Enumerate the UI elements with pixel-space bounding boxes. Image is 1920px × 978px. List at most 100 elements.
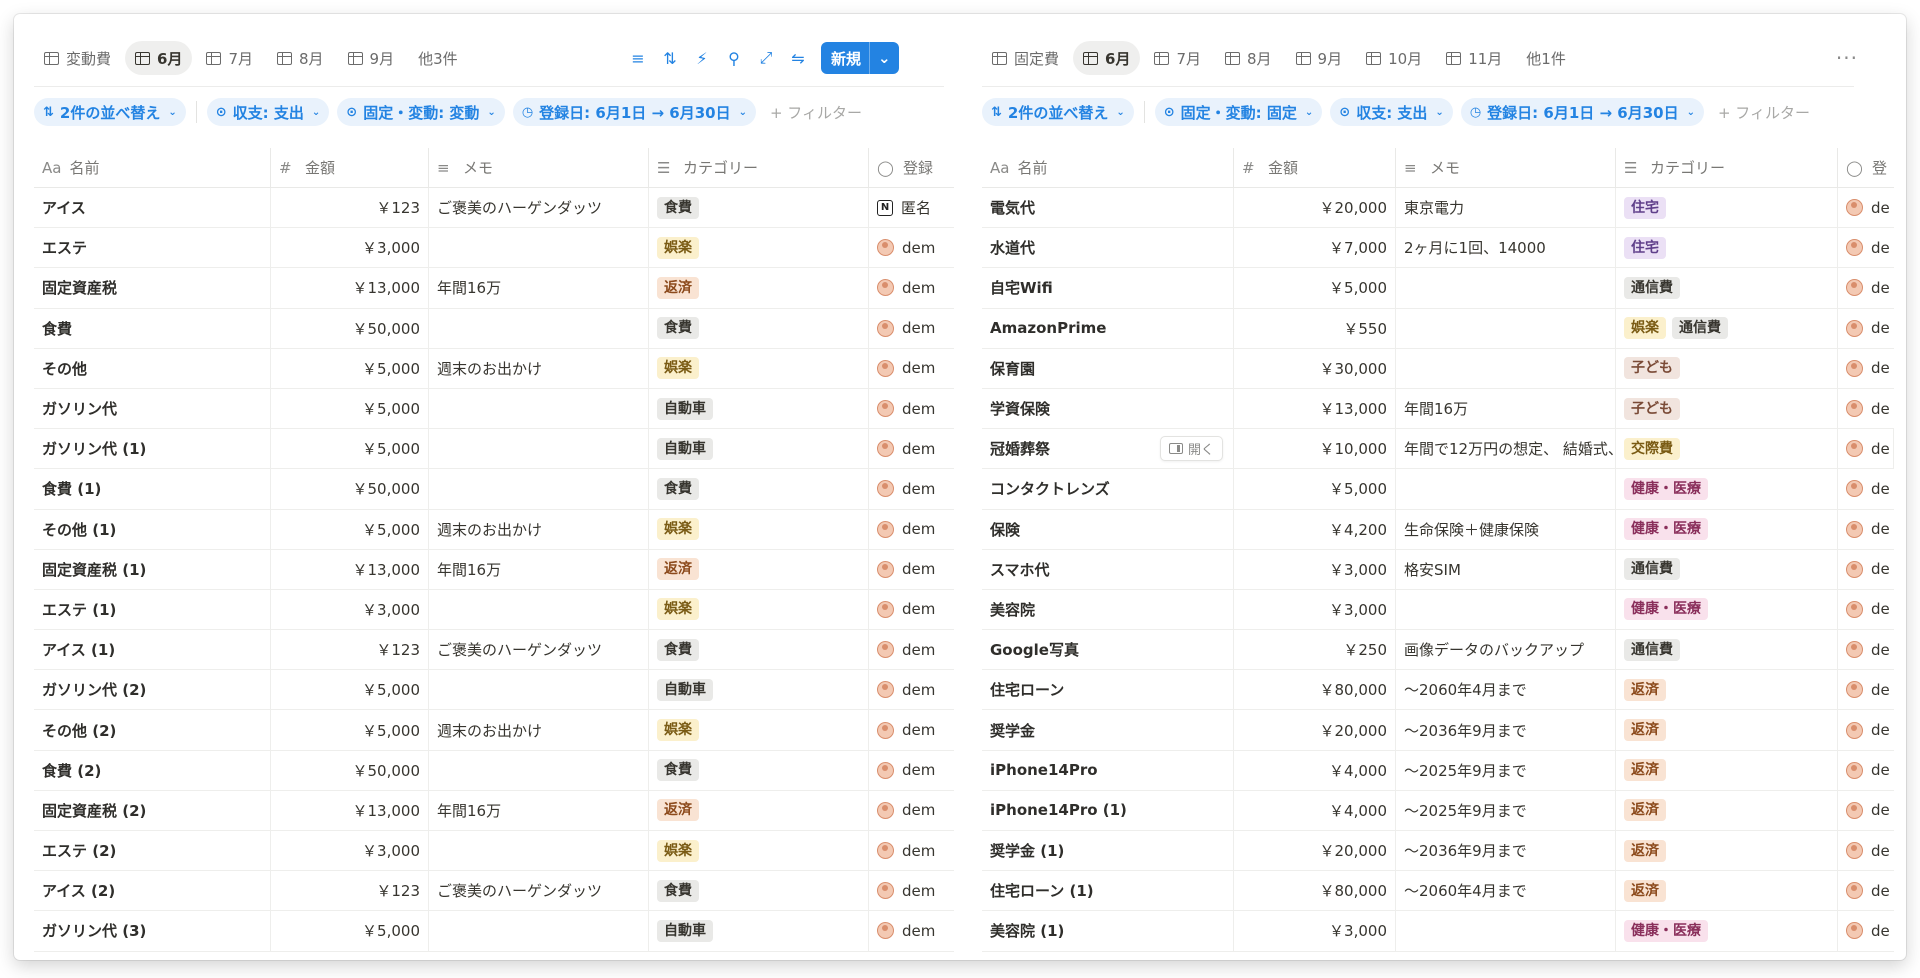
created-by-cell[interactable]: N 匿名: [869, 188, 954, 227]
table-row[interactable]: その他 (1) ￥5,000 週末のお出かけ 娯楽 dem: [34, 509, 954, 550]
table-row[interactable]: エステ (2) ￥3,000 娯楽 dem: [34, 831, 954, 872]
memo-cell[interactable]: 2ヶ月に1回、14000: [1396, 228, 1616, 268]
view-tab[interactable]: 6月: [125, 41, 193, 75]
name-cell[interactable]: 住宅ローン (1): [982, 871, 1234, 911]
more-views-link[interactable]: 他1件: [1516, 48, 1576, 69]
memo-cell[interactable]: 格安SIM: [1396, 549, 1616, 589]
created-by-cell[interactable]: de: [1838, 550, 1894, 589]
memo-cell[interactable]: 東京電力: [1396, 188, 1616, 228]
created-by-cell[interactable]: dem: [869, 871, 954, 910]
column-header-created-by[interactable]: ◯ 登録: [869, 148, 954, 187]
amount-cell[interactable]: ￥123: [271, 188, 429, 228]
name-cell[interactable]: 住宅ローン: [982, 670, 1234, 710]
category-cell[interactable]: 食費: [649, 630, 869, 670]
category-cell[interactable]: 返済: [1616, 790, 1838, 830]
name-cell[interactable]: ガソリン代: [34, 388, 271, 429]
category-cell[interactable]: 娯楽 通信費: [1616, 308, 1838, 348]
new-button[interactable]: 新規 ⌄: [821, 42, 899, 74]
more-options-icon[interactable]: ···: [1836, 40, 1858, 76]
category-cell[interactable]: 健康・医療: [1616, 509, 1838, 549]
view-tab[interactable]: 9月: [1286, 41, 1353, 75]
memo-cell[interactable]: 週末のお出かけ: [429, 509, 649, 549]
name-cell[interactable]: 食費 (1): [34, 469, 271, 509]
table-row[interactable]: アイス (1) ￥123 ご褒美のハーゲンダッツ 食費 dem: [34, 630, 954, 671]
filter-chip[interactable]: ◷ 登録日: 6月1日 → 6月30日 ⌄: [512, 98, 756, 126]
memo-cell[interactable]: 年間で12万円の想定、 結婚式、: [1396, 429, 1616, 469]
created-by-cell[interactable]: dem: [869, 831, 954, 870]
memo-cell[interactable]: [429, 670, 649, 710]
category-cell[interactable]: 食費: [649, 308, 869, 348]
created-by-cell[interactable]: de: [1838, 791, 1894, 830]
name-cell[interactable]: その他 (2): [34, 710, 271, 750]
amount-cell[interactable]: ￥13,000: [271, 790, 429, 830]
memo-cell[interactable]: ご褒美のハーゲンダッツ: [429, 871, 649, 911]
category-cell[interactable]: 通信費: [1616, 549, 1838, 589]
amount-cell[interactable]: ￥30,000: [1234, 348, 1396, 388]
memo-cell[interactable]: [429, 228, 649, 268]
memo-cell[interactable]: ご褒美のハーゲンダッツ: [429, 188, 649, 228]
table-row[interactable]: ガソリン代 ￥5,000 自動車 dem: [34, 388, 954, 430]
name-cell[interactable]: 保険: [982, 509, 1234, 549]
table-row[interactable]: 奨学金 ￥20,000 〜2036年9月まで 返済 de: [982, 710, 1894, 751]
name-cell[interactable]: 電気代: [982, 188, 1234, 228]
amount-cell[interactable]: ￥80,000: [1234, 871, 1396, 911]
view-tab[interactable]: 変動費: [34, 41, 121, 75]
expand-icon[interactable]: ⤢: [757, 48, 775, 68]
amount-cell[interactable]: ￥3,000: [1234, 589, 1396, 630]
memo-cell[interactable]: 〜2025年9月まで: [1396, 750, 1616, 790]
table-row[interactable]: その他 (2) ￥5,000 週末のお出かけ 娯楽 dem: [34, 710, 954, 751]
created-by-cell[interactable]: dem: [869, 228, 954, 267]
category-cell[interactable]: 交際費: [1616, 429, 1838, 469]
name-cell[interactable]: アイス (2): [34, 871, 271, 911]
table-row[interactable]: 固定資産税 (1) ￥13,000 年間16万 返済 dem: [34, 549, 954, 590]
view-tab[interactable]: 9月: [338, 41, 405, 75]
table-row[interactable]: 保育園 ￥30,000 子ども de: [982, 348, 1894, 389]
amount-cell[interactable]: ￥5,000: [271, 348, 429, 388]
name-cell[interactable]: ガソリン代 (1): [34, 429, 271, 469]
created-by-cell[interactable]: dem: [869, 268, 954, 307]
memo-cell[interactable]: [429, 589, 649, 630]
view-tab[interactable]: 8月: [267, 41, 334, 75]
amount-cell[interactable]: ￥5,000: [271, 509, 429, 549]
amount-cell[interactable]: ￥20,000: [1234, 831, 1396, 871]
amount-cell[interactable]: ￥13,000: [271, 549, 429, 589]
name-cell[interactable]: iPhone14Pro (1): [982, 790, 1234, 830]
category-cell[interactable]: 自動車: [649, 670, 869, 710]
created-by-cell[interactable]: de: [1838, 268, 1894, 307]
column-header-name[interactable]: Aa 名前: [982, 148, 1234, 187]
created-by-cell[interactable]: dem: [869, 590, 954, 629]
amount-cell[interactable]: ￥5,000: [1234, 268, 1396, 308]
name-cell[interactable]: その他: [34, 348, 271, 388]
name-cell[interactable]: 食費: [34, 308, 271, 348]
view-tab[interactable]: 7月: [196, 41, 263, 75]
memo-cell[interactable]: [429, 911, 649, 951]
memo-cell[interactable]: [429, 831, 649, 871]
amount-cell[interactable]: ￥123: [271, 630, 429, 670]
amount-cell[interactable]: ￥10,000: [1234, 429, 1396, 469]
amount-cell[interactable]: ￥5,000: [271, 429, 429, 469]
column-header-name[interactable]: Aa 名前: [34, 148, 271, 187]
created-by-cell[interactable]: de: [1838, 871, 1894, 910]
memo-cell[interactable]: [1396, 348, 1616, 388]
amount-cell[interactable]: ￥3,000: [271, 228, 429, 268]
created-by-cell[interactable]: dem: [869, 670, 954, 709]
name-cell[interactable]: 固定資産税 (1): [34, 549, 271, 589]
created-by-cell[interactable]: dem: [869, 630, 954, 669]
sort-chip[interactable]: ⇅ 2件の並べ替え ⌄: [34, 98, 186, 126]
memo-cell[interactable]: 週末のお出かけ: [429, 348, 649, 388]
amount-cell[interactable]: ￥250: [1234, 630, 1396, 670]
category-cell[interactable]: 娯楽: [649, 348, 869, 388]
created-by-cell[interactable]: de: [1838, 469, 1894, 508]
memo-cell[interactable]: [429, 469, 649, 509]
created-by-cell[interactable]: de: [1838, 831, 1894, 870]
column-header-amount[interactable]: # 金額: [1234, 148, 1396, 187]
memo-cell[interactable]: 年間16万: [429, 268, 649, 308]
amount-cell[interactable]: ￥7,000: [1234, 228, 1396, 268]
column-header-memo[interactable]: ≡ メモ: [1396, 148, 1616, 187]
name-cell[interactable]: 保育園: [982, 348, 1234, 388]
table-row[interactable]: Google写真 ￥250 画像データのバックアップ 通信費 de: [982, 630, 1894, 671]
open-button[interactable]: 開く: [1160, 436, 1224, 462]
amount-cell[interactable]: ￥5,000: [271, 388, 429, 429]
view-tab[interactable]: 固定費: [982, 41, 1069, 75]
amount-cell[interactable]: ￥3,000: [271, 589, 429, 630]
